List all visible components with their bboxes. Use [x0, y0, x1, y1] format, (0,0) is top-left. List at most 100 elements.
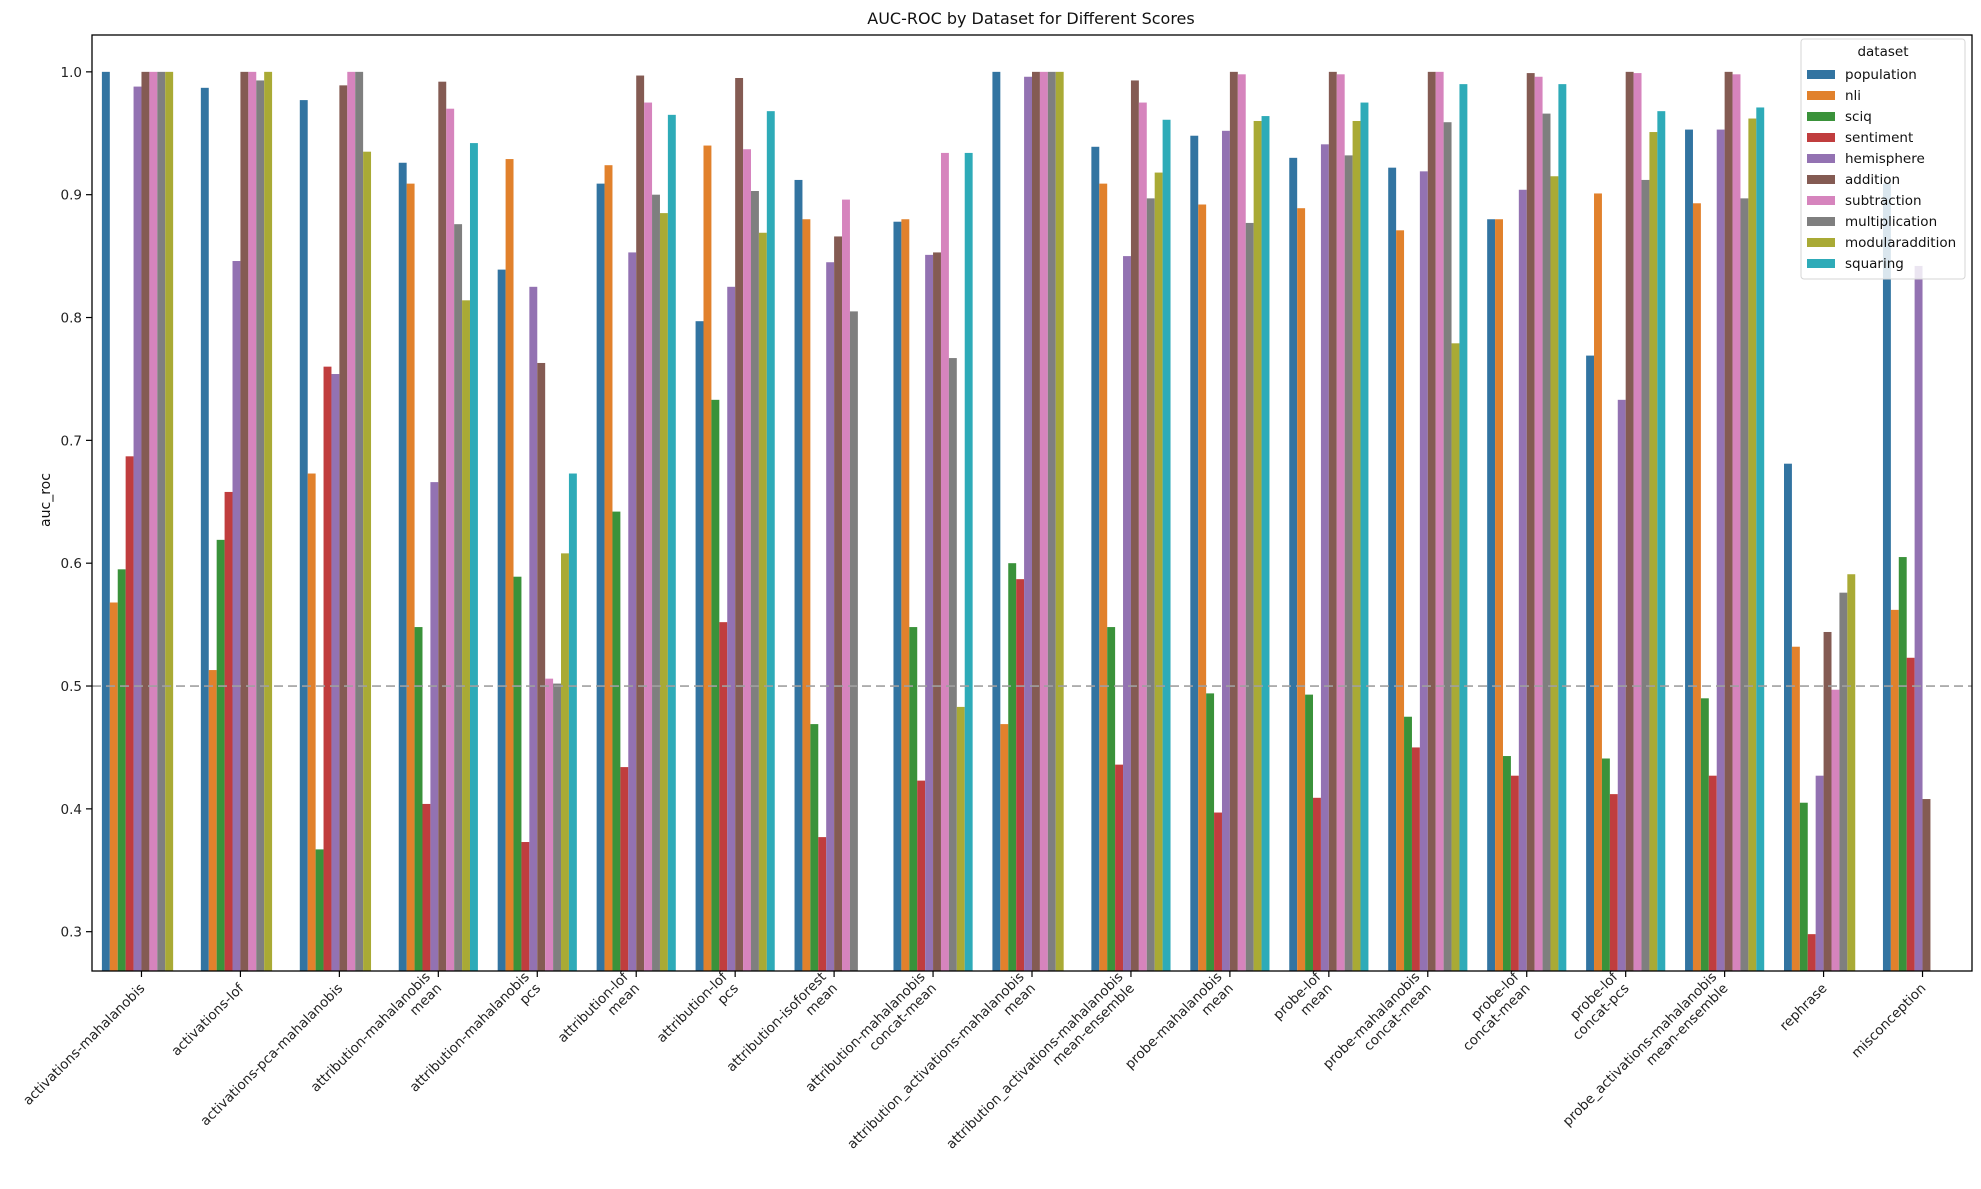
bar-multiplication-0 — [157, 71, 166, 972]
bar-nli-4 — [505, 159, 514, 971]
bar-hemisphere-12 — [1320, 144, 1329, 971]
bar-modularaddition-4 — [561, 553, 569, 971]
y-tick-label: 0.6 — [61, 556, 82, 572]
x-tick-label: activations-mahalanobis — [20, 981, 148, 1109]
y-axis-label: auc_roc — [38, 473, 54, 527]
bar-sciq-9 — [1008, 563, 1017, 971]
legend-swatch-sciq — [1807, 112, 1835, 121]
legend-label-subtraction: subtraction — [1845, 193, 1922, 209]
bar-nli-3 — [406, 183, 415, 971]
bar-multiplication-15 — [1641, 179, 1650, 971]
bar-sciq-4 — [513, 576, 522, 971]
bar-sentiment-10 — [1115, 764, 1124, 971]
bar-addition-16 — [1724, 71, 1733, 972]
bar-subtraction-12 — [1336, 74, 1345, 971]
bar-sentiment-14 — [1510, 775, 1519, 971]
bar-population-11 — [1190, 135, 1199, 972]
bar-sentiment-8 — [917, 780, 926, 971]
bar-sciq-12 — [1305, 694, 1314, 971]
bar-modularaddition-12 — [1352, 120, 1361, 972]
x-tick-label: attribution_activations-mahalanobismean-… — [943, 969, 1138, 1164]
legend-swatch-population — [1807, 70, 1835, 79]
bar-nli-14 — [1495, 219, 1503, 971]
x-tick-label: probe-lofmean — [1270, 968, 1336, 1034]
bar-population-12 — [1289, 157, 1298, 971]
bar-squaring-16 — [1756, 107, 1765, 972]
x-tick-label: probe-mahalanobismean — [1122, 969, 1237, 1084]
bar-multiplication-11 — [1245, 222, 1254, 971]
bar-subtraction-5 — [644, 102, 653, 971]
legend-label-sciq: sciq — [1845, 109, 1872, 125]
bar-sentiment-7 — [818, 837, 827, 971]
x-tick-label-line: misconception — [1849, 981, 1930, 1062]
y-tick-label: 0.4 — [61, 802, 82, 818]
bar-hemisphere-2 — [331, 374, 340, 971]
bar-hemisphere-4 — [529, 286, 538, 971]
bar-sciq-15 — [1601, 758, 1610, 971]
bar-subtraction-2 — [347, 71, 356, 972]
bar-addition-10 — [1130, 80, 1139, 971]
bar-subtraction-7 — [842, 199, 850, 972]
bar-sciq-18 — [1898, 557, 1907, 971]
bar-sentiment-4 — [521, 842, 530, 971]
x-tick-label-line: probe-mahalanobis — [1122, 969, 1225, 1072]
bar-multiplication-7 — [849, 311, 858, 971]
bar-modularaddition-6 — [758, 232, 767, 971]
bar-population-7 — [794, 179, 803, 971]
bar-nli-13 — [1396, 230, 1405, 971]
bar-sciq-3 — [414, 627, 423, 971]
bar-addition-0 — [141, 71, 150, 972]
bar-hemisphere-11 — [1221, 130, 1230, 971]
bar-sciq-0 — [117, 569, 126, 971]
bar-squaring-5 — [667, 114, 676, 972]
bar-nli-12 — [1297, 208, 1306, 971]
bar-subtraction-3 — [446, 108, 455, 971]
bar-squaring-12 — [1360, 102, 1369, 971]
bar-hemisphere-14 — [1518, 189, 1527, 971]
x-tick-label: probe-mahalanobisconcat-mean — [1320, 969, 1435, 1084]
bar-population-13 — [1388, 167, 1397, 971]
bar-addition-17 — [1823, 631, 1832, 971]
bar-nli-15 — [1594, 193, 1602, 971]
bar-population-16 — [1685, 129, 1693, 971]
x-tick-label: rephrase — [1777, 981, 1831, 1035]
x-tick-label-line: probe-mahalanobis — [1320, 969, 1423, 1072]
bar-subtraction-1 — [248, 71, 257, 972]
bar-sentiment-16 — [1708, 775, 1717, 971]
bar-multiplication-1 — [256, 80, 265, 971]
bar-hemisphere-18 — [1914, 265, 1923, 971]
bar-multiplication-2 — [355, 71, 364, 972]
bar-population-10 — [1091, 146, 1100, 971]
bar-squaring-8 — [964, 152, 973, 972]
y-tick-label: 1.0 — [61, 65, 82, 81]
bar-modularaddition-9 — [1055, 71, 1064, 972]
chart-title: AUC-ROC by Dataset for Different Scores — [867, 9, 1194, 28]
x-tick-label-line: probe_activations-mahalanobis — [1560, 969, 1720, 1129]
x-tick-label-line: activations-lof — [168, 980, 248, 1060]
bar-multiplication-17 — [1839, 592, 1848, 971]
x-tick-label: misconception — [1849, 981, 1930, 1062]
bar-multiplication-9 — [1047, 71, 1056, 972]
bar-sentiment-2 — [323, 366, 332, 971]
bar-squaring-10 — [1162, 119, 1171, 971]
bar-nli-5 — [604, 165, 613, 971]
bar-hemisphere-8 — [925, 254, 934, 971]
legend-swatch-addition — [1807, 175, 1835, 184]
bar-nli-0 — [109, 602, 118, 971]
x-tick-label: attribution-lofmean — [555, 968, 644, 1057]
bar-addition-14 — [1526, 73, 1535, 971]
x-tick-label-line: attribution-lof — [654, 968, 732, 1046]
bar-sciq-7 — [810, 724, 819, 971]
bar-sentiment-5 — [620, 767, 629, 971]
bar-sentiment-6 — [719, 622, 728, 971]
x-tick-label: attribution_activations-mahalanobismean — [844, 969, 1039, 1164]
bar-addition-2 — [339, 85, 348, 972]
bar-addition-1 — [240, 71, 249, 972]
bar-subtraction-11 — [1237, 74, 1246, 971]
bar-modularaddition-13 — [1451, 343, 1460, 971]
bar-modularaddition-3 — [462, 300, 470, 971]
bar-hemisphere-3 — [430, 482, 439, 971]
bar-population-18 — [1882, 183, 1891, 971]
x-tick-label-line: attribution_activations-mahalanobis — [943, 969, 1126, 1152]
bar-multiplication-5 — [652, 194, 660, 971]
